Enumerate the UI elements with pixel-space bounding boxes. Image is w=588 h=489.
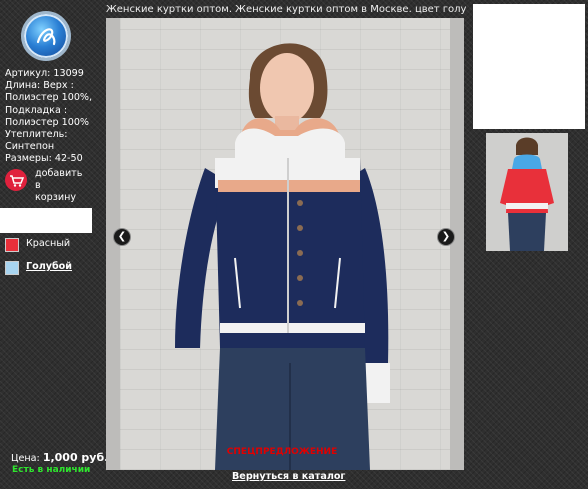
- chevron-left-icon[interactable]: ❮: [113, 228, 131, 246]
- price: Цена: 1,000 руб.: [11, 451, 108, 464]
- brand-logo-icon[interactable]: [24, 14, 68, 58]
- spec-line: Полиэстер 100%: [5, 116, 90, 128]
- color-option-red[interactable]: Красный: [5, 238, 95, 252]
- thumbnail-illustration: [500, 137, 554, 251]
- blank-panel: [0, 208, 92, 233]
- color-option-blue[interactable]: Голубой: [5, 261, 95, 275]
- spec-line: Подкладка :: [5, 104, 68, 116]
- product-photo: [120, 18, 450, 470]
- blank-panel-right: [473, 4, 585, 129]
- spec-line: Размеры: 42-50: [5, 153, 83, 165]
- spec-line: Длина: Верх :: [5, 80, 74, 92]
- color-swatch[interactable]: [5, 261, 19, 275]
- spec-line: Синтепон: [5, 141, 55, 153]
- color-label[interactable]: Красный: [26, 238, 70, 249]
- logo-mark: [36, 28, 56, 46]
- cart-label-line: корзину: [35, 192, 77, 203]
- product-specs: Артикул: 13099 Длина: Верх : Полиэстер 1…: [5, 68, 100, 166]
- chevron-right-icon[interactable]: ❯: [437, 228, 455, 246]
- add-to-cart-label[interactable]: добавить в корзину: [35, 168, 91, 204]
- special-offer-label: СПЕЦПРЕДЛОЖЕНИЕ: [226, 447, 338, 457]
- cart-label-line: добавить: [35, 168, 83, 179]
- add-to-cart-button[interactable]: добавить в корзину: [5, 168, 93, 204]
- spec-line: Полиэстер 100%,: [5, 92, 93, 104]
- color-label-selected[interactable]: Голубой: [26, 261, 72, 272]
- color-swatch[interactable]: [5, 238, 19, 252]
- cart-icon[interactable]: [5, 169, 27, 191]
- stock-status: Есть в наличии: [12, 465, 91, 475]
- back-to-catalog-link[interactable]: Вернуться в каталог: [232, 471, 345, 482]
- product-image-viewer[interactable]: [106, 18, 464, 470]
- price-value: 1,000 руб.: [42, 451, 109, 464]
- thumbnail-red-jacket[interactable]: [486, 133, 568, 251]
- cart-label-line: в: [35, 180, 41, 191]
- page-title: Женские куртки оптом. Женские куртки опт…: [106, 4, 466, 15]
- price-label: Цена:: [11, 453, 40, 464]
- spec-line: Артикул: 13099: [5, 68, 84, 79]
- model-illustration: [175, 43, 390, 470]
- spec-line: Утеплитель:: [5, 129, 68, 141]
